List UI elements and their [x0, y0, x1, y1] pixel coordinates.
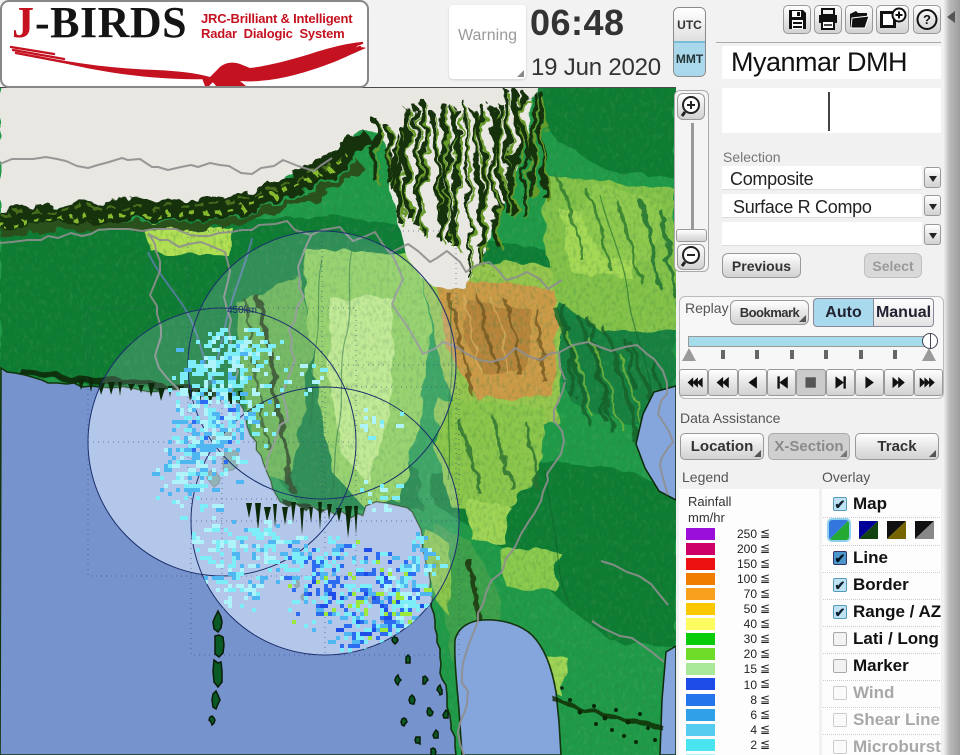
svg-text:450km: 450km — [227, 305, 257, 316]
svg-text:?: ? — [923, 12, 931, 27]
